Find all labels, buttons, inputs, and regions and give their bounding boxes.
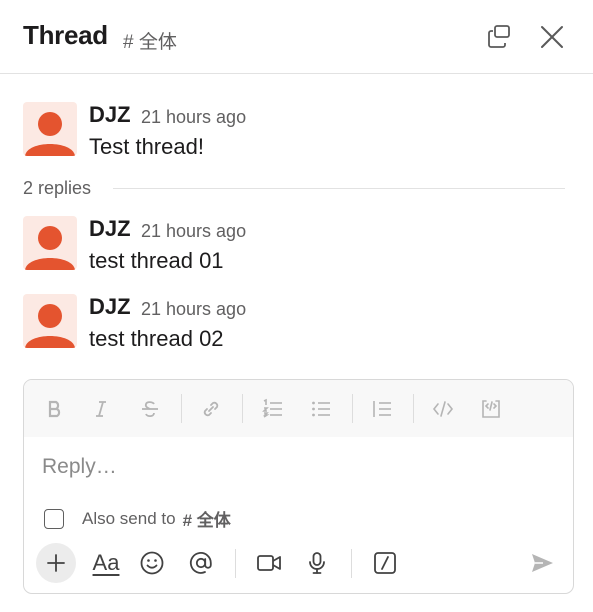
- mention-button[interactable]: [181, 543, 221, 583]
- composer-divider: [235, 549, 236, 578]
- italic-icon: [96, 401, 106, 417]
- formatting-toolbar: [24, 380, 573, 437]
- audio-clip-button[interactable]: [297, 543, 337, 583]
- thread-header: Thread # 全体: [0, 0, 593, 74]
- composer-divider: [351, 549, 352, 578]
- toolbar-divider: [352, 394, 353, 423]
- parent-message[interactable]: DJZ 21 hours ago Test thread!: [23, 102, 573, 162]
- message-author[interactable]: DJZ: [89, 294, 131, 320]
- message-text: test thread 02: [89, 326, 224, 351]
- avatar[interactable]: [23, 216, 77, 270]
- bold-button[interactable]: [41, 395, 69, 423]
- toolbar-divider: [181, 394, 182, 423]
- toolbar-divider: [242, 394, 243, 423]
- link-icon: [203, 401, 219, 417]
- add-attachment-button[interactable]: [36, 543, 76, 583]
- bulleted-list-icon: [312, 401, 330, 417]
- close-icon: [541, 26, 563, 48]
- video-camera-icon: [257, 555, 281, 571]
- slash-command-icon: [374, 552, 396, 574]
- ordered-list-icon: [262, 398, 282, 418]
- message-author[interactable]: DJZ: [89, 216, 131, 242]
- also-send-checkbox[interactable]: [44, 508, 64, 529]
- at-sign-icon: [189, 552, 212, 574]
- bold-icon: [48, 400, 61, 418]
- message-author[interactable]: DJZ: [89, 102, 131, 128]
- text-format-label: Aa: [92, 550, 120, 575]
- emoji-button[interactable]: [132, 543, 172, 583]
- ordered-list-button[interactable]: [259, 395, 287, 423]
- microphone-icon: [309, 552, 325, 574]
- message-time[interactable]: 21 hours ago: [141, 221, 246, 242]
- message-text: Test thread!: [89, 134, 204, 159]
- plus-icon: [47, 554, 65, 572]
- reply-message[interactable]: DJZ 21 hours ago test thread 02: [23, 294, 573, 354]
- formatting-toggle-button[interactable]: Aa: [86, 543, 126, 583]
- strikethrough-icon: [142, 401, 158, 418]
- also-send-label: Also send to: [82, 508, 176, 528]
- user-avatar-icon: [25, 226, 75, 270]
- also-send-channel: # 全体: [182, 511, 231, 530]
- thread-title: Thread: [23, 20, 108, 50]
- code-block-button[interactable]: [477, 395, 505, 423]
- close-button[interactable]: [537, 22, 567, 52]
- channel-name[interactable]: # 全体: [123, 27, 177, 54]
- user-avatar-icon: [25, 112, 75, 156]
- replies-divider: [113, 188, 565, 189]
- message-time[interactable]: 21 hours ago: [141, 107, 246, 128]
- blockquote-button[interactable]: [368, 395, 396, 423]
- user-avatar-icon: [25, 304, 75, 348]
- avatar[interactable]: [23, 102, 77, 156]
- blockquote-icon: [373, 401, 391, 417]
- also-send-option: Also send to # 全体: [44, 506, 231, 531]
- video-clip-button[interactable]: [249, 543, 289, 583]
- send-button[interactable]: [522, 543, 562, 583]
- code-icon: [432, 401, 454, 417]
- send-icon: [532, 554, 553, 572]
- link-button[interactable]: [197, 395, 225, 423]
- reply-input[interactable]: [42, 452, 542, 482]
- reply-composer: Also send to # 全体 Aa: [23, 379, 574, 594]
- strikethrough-button[interactable]: [136, 395, 164, 423]
- message-text: test thread 01: [89, 248, 224, 273]
- italic-button[interactable]: [87, 395, 115, 423]
- reply-message[interactable]: DJZ 21 hours ago test thread 01: [23, 216, 573, 276]
- message-time[interactable]: 21 hours ago: [141, 299, 246, 320]
- popout-icon: [488, 25, 510, 48]
- bulleted-list-button[interactable]: [307, 395, 335, 423]
- code-block-icon: [482, 400, 500, 418]
- emoji-icon: [140, 551, 164, 575]
- code-button[interactable]: [429, 395, 457, 423]
- shortcuts-button[interactable]: [365, 543, 405, 583]
- avatar[interactable]: [23, 294, 77, 348]
- toolbar-divider: [413, 394, 414, 423]
- replies-count: 2 replies: [23, 178, 92, 198]
- open-window-button[interactable]: [484, 22, 514, 52]
